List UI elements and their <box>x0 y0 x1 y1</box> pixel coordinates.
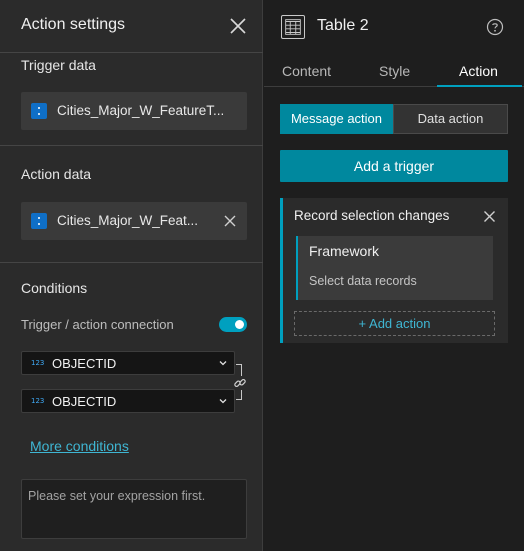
link-icon[interactable] <box>233 376 247 390</box>
trigger-card: Record selection changes Framework Selec… <box>280 198 508 343</box>
expression-box[interactable]: Please set your expression first. <box>21 479 247 539</box>
action-settings-header: Action settings <box>0 0 263 52</box>
framework-action[interactable]: Framework Select data records <box>296 236 493 300</box>
conditions-heading: Conditions <box>21 280 88 296</box>
add-action-button[interactable]: + Add action <box>294 311 495 336</box>
add-trigger-button[interactable]: Add a trigger <box>280 150 508 182</box>
widget-settings-panel: Table 2 Content Style Action Message act… <box>264 0 524 551</box>
framework-description: Select data records <box>309 274 417 288</box>
trigger-data-heading: Trigger data <box>21 57 96 73</box>
number-type-badge: 123 <box>31 397 45 405</box>
settings-tabs: Content Style Action <box>264 55 524 87</box>
close-icon[interactable] <box>483 210 496 223</box>
close-icon[interactable] <box>229 17 247 35</box>
chevron-down-icon <box>219 399 227 404</box>
trigger-datasource[interactable]: Cities_Major_W_FeatureT... <box>21 92 247 130</box>
action-datasource[interactable]: Cities_Major_W_Feat... <box>21 202 247 240</box>
trigger-field-select[interactable]: 123 OBJECTID <box>21 351 235 375</box>
message-action-tab[interactable]: Message action <box>280 104 393 134</box>
chevron-down-icon <box>219 361 227 366</box>
action-settings-panel: Action settings Trigger data Cities_Majo… <box>0 0 263 551</box>
divider <box>0 145 263 146</box>
trigger-title: Record selection changes <box>294 208 450 223</box>
widget-header: Table 2 <box>264 0 524 55</box>
field-name: OBJECTID <box>52 356 117 371</box>
datasource-icon <box>31 213 47 229</box>
tab-content[interactable]: Content <box>282 63 331 79</box>
close-icon[interactable] <box>223 214 237 228</box>
data-action-tab[interactable]: Data action <box>393 104 508 134</box>
action-data-heading: Action data <box>21 166 92 182</box>
divider <box>0 52 263 53</box>
table-icon <box>281 15 305 39</box>
trigger-datasource-name: Cities_Major_W_FeatureT... <box>57 103 225 118</box>
connection-label: Trigger / action connection <box>21 317 174 332</box>
more-conditions-link[interactable]: More conditions <box>30 438 129 454</box>
datasource-icon <box>31 103 47 119</box>
connection-toggle[interactable] <box>219 317 247 332</box>
number-type-badge: 123 <box>31 359 45 367</box>
tab-style[interactable]: Style <box>379 63 410 79</box>
framework-name: Framework <box>309 243 380 259</box>
panel-title: Action settings <box>21 16 126 33</box>
action-field-select[interactable]: 123 OBJECTID <box>21 389 235 413</box>
help-icon[interactable] <box>486 18 504 36</box>
expression-placeholder: Please set your expression first. <box>28 489 206 503</box>
field-name: OBJECTID <box>52 394 117 409</box>
widget-title: Table 2 <box>317 17 369 34</box>
tab-action[interactable]: Action <box>459 63 498 79</box>
action-datasource-name: Cities_Major_W_Feat... <box>57 213 199 228</box>
active-tab-indicator <box>437 85 522 87</box>
divider <box>0 262 263 263</box>
